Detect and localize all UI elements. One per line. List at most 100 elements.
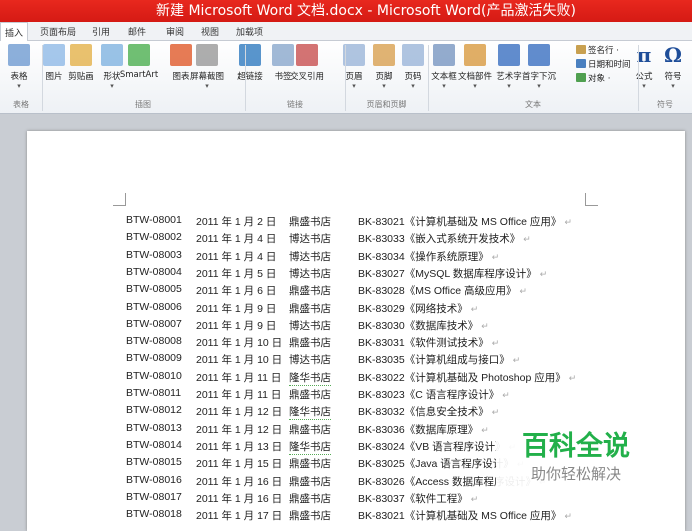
dropdown-arrow-icon: ▾ [17, 82, 21, 90]
ribbon-button-label: 文本框 [431, 72, 457, 82]
ribbon-button-16[interactable]: 首字下沉 ▾ [519, 44, 559, 90]
ribbon-button-label: 艺术字 [496, 72, 522, 82]
ribbon-icon-2 [70, 44, 92, 66]
ribbon-small-2[interactable]: 对象 · [576, 72, 610, 84]
order-date: 2011 年 1 月 12 日 [196, 423, 283, 436]
order-id: BTW-08014 [126, 438, 182, 451]
ribbon-button-1[interactable]: 图片 [41, 44, 67, 82]
order-id: BTW-08007 [126, 317, 182, 330]
dropdown-arrow-icon: ▾ [110, 82, 114, 90]
tab-2[interactable]: 引用 [92, 25, 110, 38]
paragraph-mark: ↵ [470, 303, 479, 314]
bookstore: 鼎盛书店 [289, 423, 331, 436]
watermark-title: 百科全说 [522, 431, 630, 462]
margin-corner [113, 193, 126, 206]
ribbon-button-14[interactable]: 文档部件 ▾ [455, 44, 495, 90]
bookstore: 博达书店 [289, 267, 331, 280]
ribbon-small-1[interactable]: 日期和时间 [576, 58, 631, 70]
ribbon-button-7[interactable]: 超链接 [237, 44, 263, 82]
ribbon-button-9[interactable]: 交叉引用 [287, 44, 327, 82]
tab-4[interactable]: 审阅 [166, 25, 184, 38]
ribbon-button-label: 页码 [404, 72, 422, 82]
group-separator [428, 45, 429, 111]
tab-1[interactable]: 页面布局 [40, 25, 76, 38]
bookstore: 隆华书店 [289, 440, 331, 455]
ribbon-button-0[interactable]: 表格 ▾ [6, 44, 32, 90]
ribbon-small-0[interactable]: 签名行 · [576, 44, 619, 56]
dropdown-arrow-icon: ▾ [473, 82, 477, 90]
order-id: BTW-08002 [126, 231, 182, 244]
ribbon-icon-16 [528, 44, 550, 66]
order-date: 2011 年 1 月 2 日 [196, 216, 277, 228]
bookstore: 鼎盛书店 [289, 458, 331, 471]
bookstore: 隆华书店 [289, 406, 331, 421]
ribbon-button-2[interactable]: 剪贴画 [68, 44, 94, 82]
ribbon-button-label: 图片 [45, 72, 63, 82]
omega-icon: Ω [664, 43, 682, 67]
book-title: BK-83028《MS Office 高级应用》 ↵ [358, 285, 528, 298]
ribbon-button-6[interactable]: 屏幕截图 ▾ [187, 44, 227, 90]
bookstore: 鼎盛书店 [289, 302, 331, 315]
ribbon-button-4[interactable]: SmartArt [119, 44, 159, 80]
dropdown-arrow-icon: ▾ [642, 82, 646, 90]
ribbon-small-icon [576, 45, 586, 54]
order-date: 2011 年 1 月 6 日 [196, 285, 277, 298]
ribbon-button-label: SmartArt [119, 70, 159, 80]
paragraph-mark: ↵ [564, 217, 572, 227]
book-title: BK-83024《VB 语言程序设计》↵ [358, 439, 516, 454]
order-date: 2011 年 1 月 17 日 [196, 510, 283, 523]
order-id: BTW-08003 [126, 248, 182, 261]
bookstore: 鼎盛书店 [289, 475, 331, 488]
bookstore: 博达书店 [289, 354, 331, 367]
order-id: BTW-08011 [126, 387, 182, 399]
dropdown-arrow-icon: ▾ [411, 82, 415, 90]
order-id: BTW-08015 [126, 456, 182, 469]
bookstore: 隆华书店 [289, 371, 331, 386]
ribbon-button-label: 页脚 [375, 72, 393, 82]
ribbon-button-label: 剪贴画 [68, 72, 94, 82]
tab-6[interactable]: 加载项 [236, 25, 263, 38]
order-id: BTW-08018 [126, 508, 182, 521]
title-bar: 新建 Microsoft Word 文档.docx - Microsoft Wo… [0, 0, 692, 22]
order-id: BTW-08006 [126, 300, 182, 313]
order-date: 2011 年 1 月 11 日 [196, 389, 282, 401]
bookstore: 博达书店 [289, 319, 331, 332]
order-id: BTW-08004 [126, 265, 182, 278]
ribbon-button-label: 屏幕截图 [189, 72, 224, 82]
tab-3[interactable]: 邮件 [128, 25, 146, 38]
ribbon-button-18[interactable]: Ω 符号 ▾ [660, 44, 686, 90]
book-title: BK-83022《计算机基础及 Photoshop 应用》 ↵ [358, 371, 577, 384]
group-label: 文本 [525, 100, 541, 109]
tab-5[interactable]: 视图 [201, 25, 219, 38]
ribbon-button-label: 表格 [10, 72, 28, 82]
order-id: BTW-08012 [126, 404, 182, 417]
ribbon-button-13[interactable]: 文本框 ▾ [431, 44, 457, 90]
pi-icon: π [636, 43, 652, 67]
dropdown-arrow-icon: ▾ [382, 82, 386, 90]
book-title: BK-83035《计算机组成与接口》 ↵ [358, 354, 521, 367]
group-separator [638, 45, 639, 111]
ribbon-icon-4 [128, 44, 150, 66]
bookstore: 鼎盛书店 [289, 389, 331, 401]
book-title: BK-83036《数据库原理》 ↵ [358, 423, 489, 436]
ribbon-small-label: 签名行 · [588, 46, 619, 56]
book-title: BK-83033《嵌入式系统开发技术》 ↵ [358, 233, 531, 246]
book-title: BK-83023《C 语言程序设计》 ↵ [358, 389, 510, 401]
order-id: BTW-08005 [126, 283, 182, 296]
order-date: 2011 年 1 月 16 日 [196, 475, 283, 488]
tab-0[interactable]: 插入 [0, 22, 29, 42]
dropdown-arrow-icon: ▾ [205, 82, 209, 90]
book-title: BK-83037《软件工程》 ↵ [358, 492, 479, 505]
ribbon-icon-11 [373, 44, 395, 66]
order-id: BTW-08009 [126, 352, 182, 365]
ribbon-insert: 表格 ▾ 图片 剪贴画 形状 ▾ SmartArt 图表 屏幕截图 ▾ 超链接 书签 交叉引用 页眉 ▾ 页脚… [0, 41, 692, 114]
ribbon-button-11[interactable]: 页脚 ▾ [371, 44, 397, 90]
order-id: BTW-08001 [126, 214, 182, 226]
ribbon-button-12[interactable]: 页码 ▾ [400, 44, 426, 90]
book-title: BK-83021《计算机基础及 MS Office 应用》 ↵ [358, 216, 572, 228]
ribbon-button-label: 文档部件 [457, 72, 492, 82]
order-id: BTW-08013 [126, 421, 182, 434]
paragraph-mark: ↵ [564, 511, 572, 522]
ribbon-button-17[interactable]: π 公式 ▾ [631, 44, 657, 90]
ribbon-icon-7 [239, 44, 261, 66]
